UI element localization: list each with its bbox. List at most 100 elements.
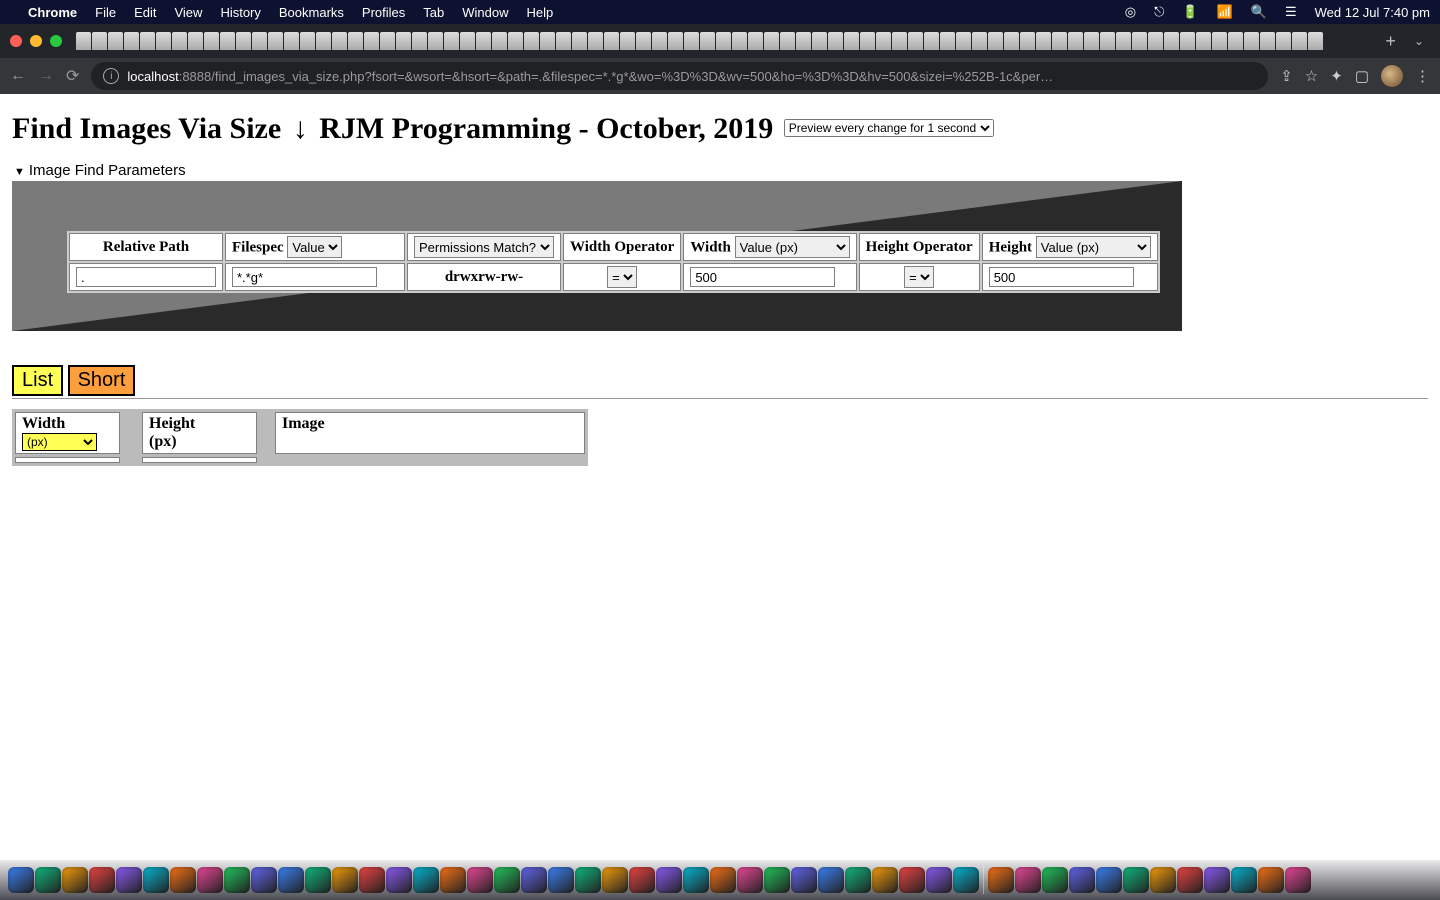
browser-tab[interactable] (252, 32, 267, 50)
browser-tab[interactable] (1084, 32, 1099, 50)
browser-tab[interactable] (1052, 32, 1067, 50)
browser-tab[interactable] (428, 32, 443, 50)
browser-tab[interactable] (396, 32, 411, 50)
dock-app-icon[interactable] (1042, 867, 1068, 893)
browser-tab[interactable] (892, 32, 907, 50)
browser-tab[interactable] (364, 32, 379, 50)
browser-tab[interactable] (444, 32, 459, 50)
height-input[interactable] (989, 267, 1134, 287)
dock-app-icon[interactable] (1069, 867, 1095, 893)
browser-tab[interactable] (268, 32, 283, 50)
browser-tab[interactable] (636, 32, 651, 50)
browser-tab[interactable] (844, 32, 859, 50)
browser-tab[interactable] (1228, 32, 1243, 50)
browser-tab[interactable] (156, 32, 171, 50)
browser-tab[interactable] (460, 32, 475, 50)
record-icon[interactable]: ◎ (1125, 4, 1136, 20)
dock-app-icon[interactable] (791, 867, 817, 893)
browser-tab[interactable] (1004, 32, 1019, 50)
dock-app-icon[interactable] (332, 867, 358, 893)
new-tab-button[interactable]: + (1377, 31, 1404, 52)
dock-app-icon[interactable] (197, 867, 223, 893)
browser-tab[interactable] (140, 32, 155, 50)
browser-tab[interactable] (988, 32, 1003, 50)
chrome-menu-icon[interactable]: ⋮ (1415, 67, 1430, 85)
dock-app-icon[interactable] (521, 867, 547, 893)
reload-button[interactable]: ⟳ (66, 66, 79, 86)
width-input[interactable] (690, 267, 835, 287)
dock-app-icon[interactable] (575, 867, 601, 893)
browser-tab[interactable] (1260, 32, 1275, 50)
browser-tab[interactable] (828, 32, 843, 50)
relative-path-input[interactable] (76, 267, 216, 287)
browser-tab[interactable] (476, 32, 491, 50)
dock-app-icon[interactable] (953, 867, 979, 893)
dock-app-icon[interactable] (359, 867, 385, 893)
dock-app-icon[interactable] (467, 867, 493, 893)
dock-app-icon[interactable] (62, 867, 88, 893)
dock-app-icon[interactable] (1177, 867, 1203, 893)
dock-app-icon[interactable] (656, 867, 682, 893)
list-button[interactable]: List (12, 365, 63, 396)
browser-tab[interactable] (620, 32, 635, 50)
dock-app-icon[interactable] (1096, 867, 1122, 893)
browser-tab[interactable] (76, 32, 91, 50)
menu-edit[interactable]: Edit (134, 5, 156, 20)
browser-tab[interactable] (508, 32, 523, 50)
menu-bookmarks[interactable]: Bookmarks (279, 5, 344, 20)
dock-app-icon[interactable] (251, 867, 277, 893)
browser-tab[interactable] (1196, 32, 1211, 50)
menu-view[interactable]: View (174, 5, 202, 20)
dock-app-icon[interactable] (35, 867, 61, 893)
dock-app-icon[interactable] (386, 867, 412, 893)
browser-tab[interactable] (572, 32, 587, 50)
dock-app-icon[interactable] (1204, 867, 1230, 893)
browser-tab[interactable] (972, 32, 987, 50)
extensions-icon[interactable]: ✦ (1330, 67, 1343, 85)
browser-tab[interactable] (876, 32, 891, 50)
dock-app-icon[interactable] (8, 867, 34, 893)
browser-tab[interactable] (220, 32, 235, 50)
browser-tab[interactable] (92, 32, 107, 50)
dock-app-icon[interactable] (170, 867, 196, 893)
browser-tab[interactable] (588, 32, 603, 50)
dock-app-icon[interactable] (548, 867, 574, 893)
dock-app-icon[interactable] (278, 867, 304, 893)
forward-button[interactable]: → (38, 67, 54, 85)
browser-tab[interactable] (1068, 32, 1083, 50)
browser-tab[interactable] (604, 32, 619, 50)
menu-history[interactable]: History (220, 5, 260, 20)
browser-tab[interactable] (540, 32, 555, 50)
browser-tab[interactable] (1292, 32, 1307, 50)
dock-app-icon[interactable] (872, 867, 898, 893)
bluetooth-icon[interactable]: ⎋ (1154, 4, 1164, 20)
browser-tab[interactable] (716, 32, 731, 50)
browser-tab[interactable] (524, 32, 539, 50)
browser-tab[interactable] (1244, 32, 1259, 50)
dock-app-icon[interactable] (305, 867, 331, 893)
menubar-app[interactable]: Chrome (28, 5, 77, 20)
browser-tab[interactable] (188, 32, 203, 50)
browser-tab[interactable] (1036, 32, 1051, 50)
dock-app-icon[interactable] (1123, 867, 1149, 893)
browser-tab[interactable] (556, 32, 571, 50)
menu-window[interactable]: Window (462, 5, 508, 20)
short-button[interactable]: Short (68, 365, 136, 396)
side-panel-icon[interactable]: ▢ (1355, 67, 1369, 85)
control-center-icon[interactable]: ☰ (1285, 4, 1297, 20)
dock-app-icon[interactable] (710, 867, 736, 893)
browser-tab[interactable] (172, 32, 187, 50)
preview-select[interactable]: Preview every change for 1 second (784, 119, 994, 137)
browser-tab[interactable] (236, 32, 251, 50)
profile-avatar[interactable] (1381, 65, 1403, 87)
dock-app-icon[interactable] (1258, 867, 1284, 893)
address-bar[interactable]: i localhost:8888/find_images_via_size.ph… (91, 62, 1268, 90)
filespec-header-select[interactable]: Value (287, 236, 342, 258)
browser-tab[interactable] (652, 32, 667, 50)
dock-app-icon[interactable] (440, 867, 466, 893)
browser-tab[interactable] (300, 32, 315, 50)
dock-app-icon[interactable] (116, 867, 142, 893)
permissions-header-select[interactable]: Permissions Match? (414, 236, 554, 258)
browser-tab[interactable] (284, 32, 299, 50)
browser-tab[interactable] (1276, 32, 1291, 50)
